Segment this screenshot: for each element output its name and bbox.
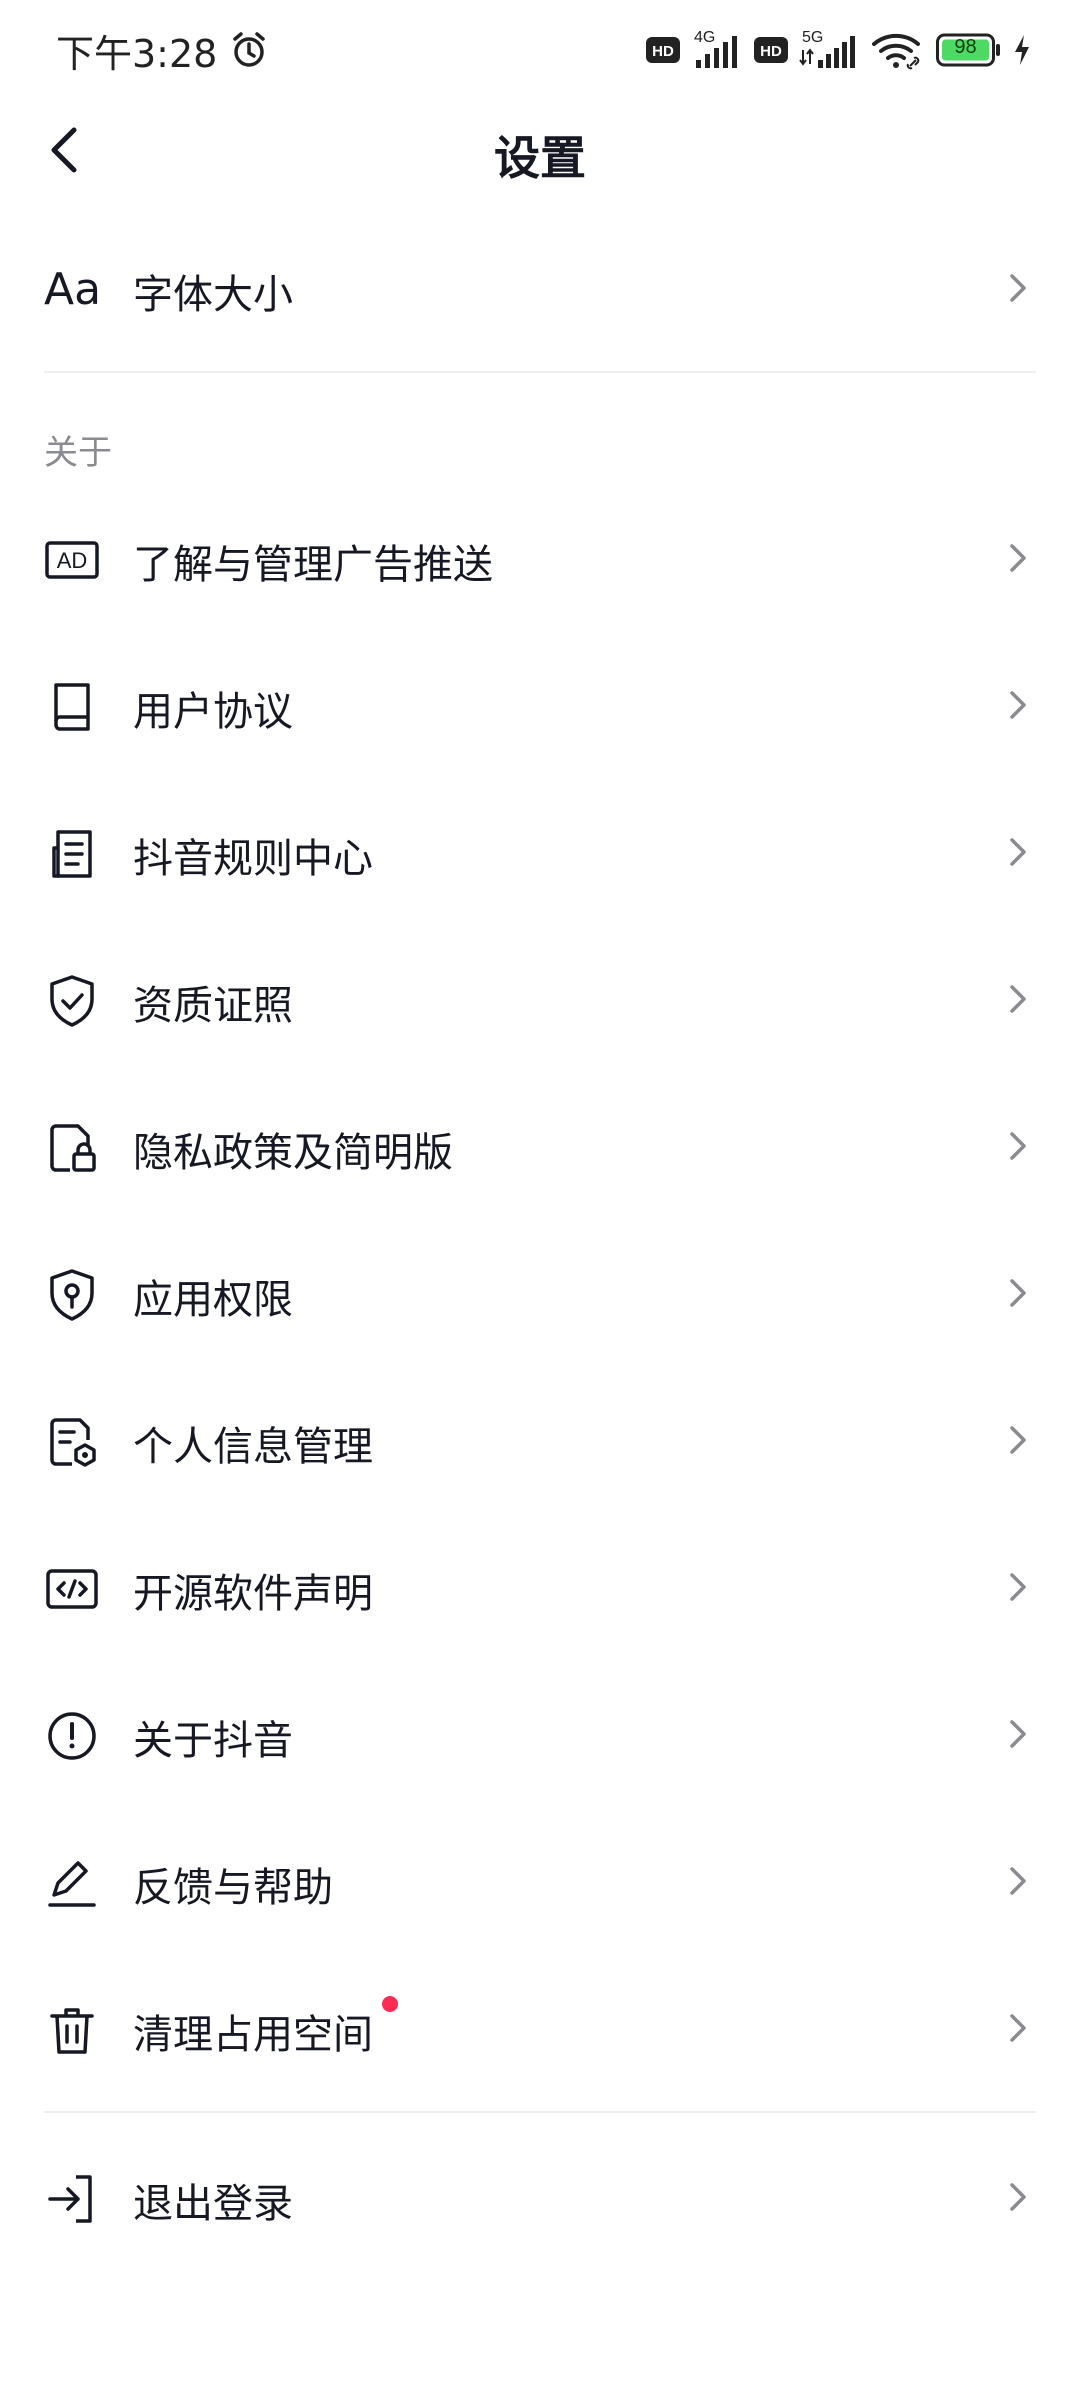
hd-badge-icon-2: HD	[754, 35, 788, 65]
chevron-right-icon	[1010, 1720, 1026, 1748]
battery-icon: 98	[936, 33, 1002, 67]
signal-5g-icon: 5G	[798, 28, 860, 72]
charging-icon	[1012, 33, 1032, 67]
menu-item-label: 清理占用空间	[133, 2012, 373, 2058]
chevron-right-icon	[1010, 544, 1026, 572]
divider	[44, 2111, 1036, 2113]
chevron-right-icon	[1010, 838, 1026, 866]
menu-item-user-agreement[interactable]: 用户协议	[0, 639, 1080, 769]
permission-shield-icon	[50, 1269, 94, 1321]
menu-item-label: 用户协议	[133, 689, 293, 735]
net2-text: 5G	[802, 29, 823, 46]
hd-badge-icon: HD	[646, 35, 680, 65]
chevron-right-icon	[1010, 1867, 1026, 1895]
status-right: HD 4G HD 5G 98	[646, 28, 1032, 72]
chevron-right-icon	[1010, 274, 1026, 302]
book-icon	[54, 683, 90, 731]
chevron-right-icon	[1010, 1426, 1026, 1454]
menu-item-feedback-help[interactable]: 反馈与帮助	[0, 1815, 1080, 1945]
notification-dot	[382, 1996, 398, 2012]
navigation-bar: 设置	[0, 100, 1080, 200]
hd-text-2: HD	[760, 43, 782, 60]
divider	[44, 371, 1036, 373]
menu-item-qualifications[interactable]: 资质证照	[0, 933, 1080, 1063]
net1-text: 4G	[694, 29, 715, 46]
shield-check-icon	[50, 975, 94, 1027]
chevron-right-icon	[1010, 2014, 1026, 2042]
menu-item-label: 关于抖音	[133, 1718, 293, 1764]
font-size-label: 字体大小	[133, 272, 293, 318]
info-circle-icon	[48, 1712, 96, 1760]
chevron-right-icon	[1010, 691, 1026, 719]
chevron-right-icon	[1010, 1573, 1026, 1601]
chevron-right-icon	[1010, 985, 1026, 1013]
clock: 下午3:28	[56, 31, 218, 76]
menu-item-label: 抖音规则中心	[133, 836, 373, 882]
personal-info-icon	[50, 1418, 96, 1467]
menu-item-label: 资质证照	[133, 983, 293, 1029]
status-left: 下午3:28	[56, 23, 269, 78]
wifi-icon	[870, 28, 926, 72]
alarm-icon	[229, 30, 269, 70]
menu-item-clear-storage[interactable]: 清理占用空间	[0, 1962, 1080, 2092]
menu-item-app-permissions[interactable]: 应用权限	[0, 1227, 1080, 1357]
privacy-lock-icon	[50, 1124, 96, 1172]
page-title: 设置	[494, 131, 586, 185]
ad-icon: AD	[45, 541, 99, 579]
menu-item-rules-center[interactable]: 抖音规则中心	[0, 786, 1080, 916]
menu-item-privacy-policy[interactable]: 隐私政策及简明版	[0, 1080, 1080, 1210]
font-size-row[interactable]: Aa 字体大小	[0, 222, 1080, 352]
logout-label: 退出登录	[133, 2181, 293, 2227]
code-icon	[46, 1569, 98, 1609]
chevron-right-icon	[1010, 2183, 1026, 2211]
svg-text:AD: AD	[57, 548, 88, 573]
status-bar: 下午3:28 HD 4G HD 5G 98	[0, 0, 1080, 100]
menu-item-label: 应用权限	[133, 1277, 293, 1323]
menu-item-open-source[interactable]: 开源软件声明	[0, 1521, 1080, 1651]
menu-item-personal-info[interactable]: 个人信息管理	[0, 1374, 1080, 1504]
menu-item-label: 隐私政策及简明版	[133, 1130, 453, 1176]
document-list-icon	[52, 830, 92, 878]
chevron-right-icon	[1010, 1132, 1026, 1160]
menu-item-label: 反馈与帮助	[133, 1865, 333, 1911]
menu-item-label: 个人信息管理	[133, 1424, 373, 1470]
battery-level: 98	[954, 36, 977, 58]
trash-icon	[50, 2008, 94, 2054]
pen-icon	[48, 1861, 96, 1907]
font-size-icon: Aa	[44, 264, 102, 315]
hd-text-1: HD	[652, 43, 674, 60]
menu-item-label: 了解与管理广告推送	[133, 542, 493, 588]
menu-item-ad-management[interactable]: AD 了解与管理广告推送	[0, 492, 1080, 622]
logout-row[interactable]: 退出登录	[0, 2131, 1080, 2261]
signal-4g-icon: 4G	[690, 28, 744, 72]
logout-icon	[48, 2175, 92, 2223]
section-title-about: 关于	[44, 433, 112, 473]
menu-item-about-douyin[interactable]: 关于抖音	[0, 1668, 1080, 1798]
menu-item-label: 开源软件声明	[133, 1571, 373, 1617]
chevron-right-icon	[1010, 1279, 1026, 1307]
